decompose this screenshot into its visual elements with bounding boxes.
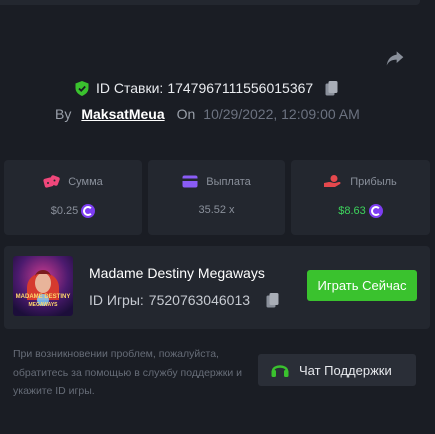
bet-date: 10/29/2022, 12:09:00 AM (203, 106, 360, 122)
dice-icon (43, 175, 60, 188)
play-now-button[interactable]: Играть Сейчас (307, 270, 417, 301)
stat-payout-value: 35.52 x (198, 204, 235, 216)
game-id-value: 7520763046013 (148, 292, 251, 308)
copy-icon[interactable] (266, 292, 279, 308)
bet-author-row: By MaksatMeua On 10/29/2022, 12:09:00 AM (55, 106, 360, 122)
stat-amount-value-row: $0.25 (4, 204, 142, 218)
by-label: By (55, 106, 72, 122)
share-icon[interactable] (384, 48, 406, 68)
stat-profit-label: Прибыль (350, 175, 397, 188)
top-panel-edge (0, 0, 420, 5)
shield-check-icon (75, 80, 89, 96)
stat-profit-value: $8.63 (338, 205, 366, 217)
support-chat-button[interactable]: Чат Поддержки (258, 354, 416, 386)
stat-payout-value-row: 35.52 x (148, 204, 285, 216)
game-thumbnail[interactable]: MADAME DESTINY MEGAWAYS (13, 256, 73, 316)
stat-amount-value: $0.25 (50, 205, 79, 217)
bet-id-value: 1747967111556015367 (167, 80, 314, 96)
game-name: Madame Destiny Megaways (89, 265, 265, 281)
game-card: MADAME DESTINY MEGAWAYS Madame Destiny M… (4, 246, 430, 329)
on-label: On (176, 106, 196, 122)
copy-icon[interactable] (325, 80, 338, 96)
hand-coin-icon (324, 175, 341, 187)
game-id-label: ID Игры: (89, 292, 144, 308)
stat-profit-value-row: $8.63 (291, 204, 430, 218)
coin-icon (81, 204, 96, 218)
stat-payout-label: Выплата (206, 175, 251, 188)
game-id-row: ID Игры: 7520763046013 (89, 292, 279, 308)
thumb-logo-line-1: MADAME DESTINY (16, 294, 71, 300)
bet-id-row: ID Ставки: 1747967111556015367 (75, 79, 338, 97)
thumb-logo-line-2: MEGAWAYS (29, 302, 59, 308)
headset-icon (271, 365, 289, 377)
wallet-icon (182, 175, 198, 188)
support-chat-label: Чат Поддержки (299, 362, 392, 378)
bet-id-label: ID Ставки: (96, 80, 164, 96)
coin-icon (368, 204, 383, 218)
support-help-text: При возникновении проблем, пожалуйста, о… (13, 348, 243, 397)
stat-card-payout: Выплата 35.52 x (148, 160, 285, 235)
stat-amount-label: Сумма (68, 175, 103, 188)
stat-card-profit: Прибыль $8.63 (291, 160, 430, 235)
stat-card-amount: Сумма $0.25 (4, 160, 142, 235)
username-link[interactable]: MaksatMeua (81, 106, 164, 122)
